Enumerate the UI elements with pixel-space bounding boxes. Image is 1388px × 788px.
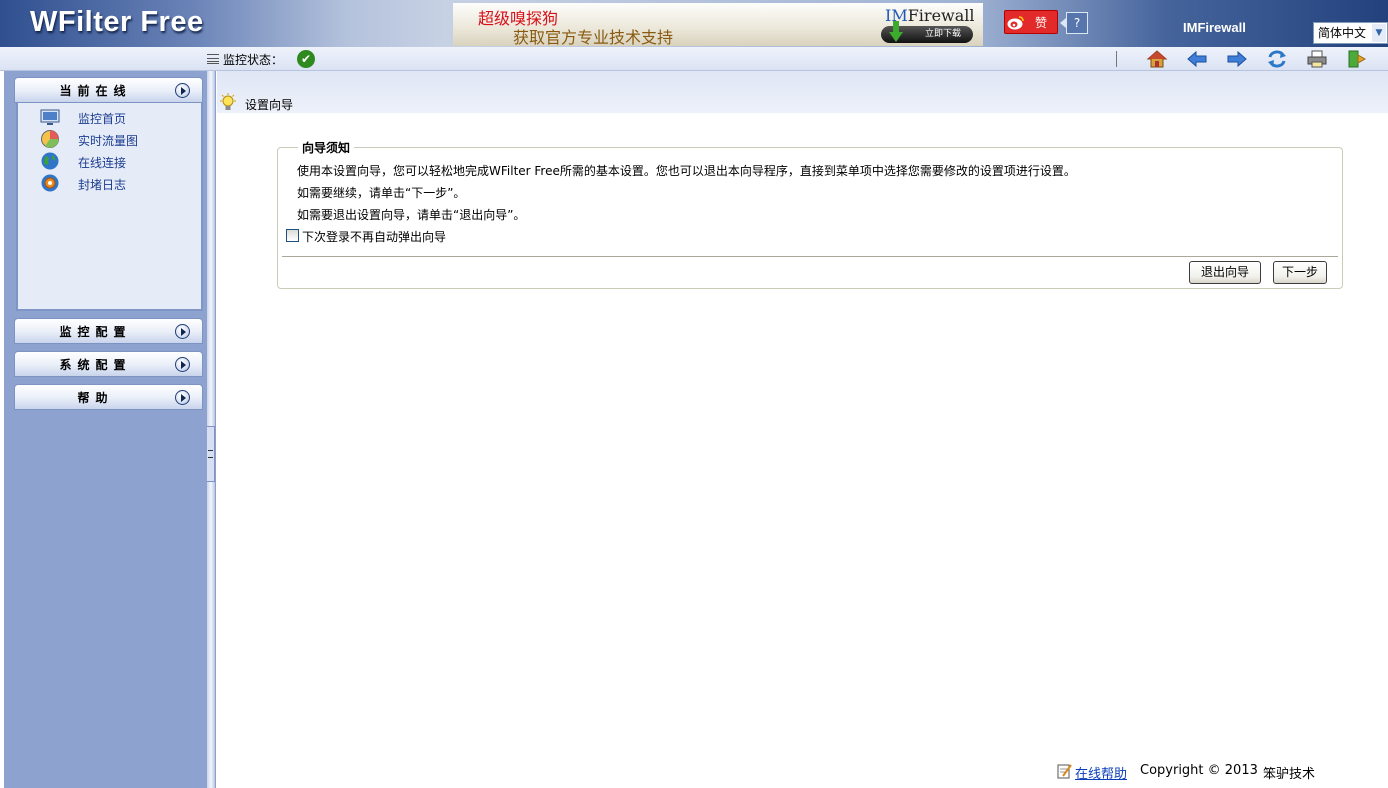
wizard-continue-text: 如需要继续，请单击“下一步”。 bbox=[297, 184, 465, 201]
expand-arrow-icon[interactable] bbox=[175, 83, 190, 98]
wizard-legend: 向导须知 bbox=[298, 139, 354, 156]
wizard-intro-text: 使用本设置向导，您可以轻松地完成WFilter Free所需的基本设置。您也可以… bbox=[297, 162, 1076, 179]
language-selected: 简体中文 bbox=[1318, 26, 1366, 40]
sidebar-item-monitor-home[interactable]: 监控首页 bbox=[40, 107, 190, 127]
print-icon[interactable] bbox=[1306, 49, 1328, 69]
sidebar-item-block-log[interactable]: 封堵日志 bbox=[40, 173, 190, 193]
sidebar-item-label: 封堵日志 bbox=[78, 176, 126, 193]
wizard-exit-text: 如需要退出设置向导，请单击“退出向导”。 bbox=[297, 206, 525, 223]
wizard-divider bbox=[282, 256, 1338, 258]
monitor-icon bbox=[40, 107, 60, 127]
app-brand: WFilter Free bbox=[30, 6, 204, 39]
no-auto-popup-label[interactable]: 下次登录不再自动弹出向导 bbox=[302, 228, 446, 245]
exit-wizard-button[interactable]: 退出向导 bbox=[1189, 261, 1261, 284]
sidebar: 当前在线 监控首页 实时流量图 在线连接 封堵日志 监控配置 系统配置 帮助 bbox=[4, 71, 207, 788]
lightbulb-icon bbox=[219, 93, 237, 113]
sidebar-item-label: 监控首页 bbox=[78, 110, 126, 127]
sidebar-item-online-connections[interactable]: 在线连接 bbox=[40, 151, 190, 171]
status-ok-icon: ✔ bbox=[297, 50, 315, 68]
panel-head-current-online[interactable]: 当前在线 bbox=[14, 77, 203, 103]
panel-title: 帮助 bbox=[15, 389, 176, 406]
grip-lines-icon bbox=[208, 450, 213, 458]
sidebar-item-label: 实时流量图 bbox=[78, 132, 138, 149]
ad-product-suffix: Firewall bbox=[908, 6, 975, 25]
back-icon[interactable] bbox=[1186, 49, 1208, 69]
download-arrow-icon bbox=[889, 21, 903, 43]
home-icon[interactable] bbox=[1146, 49, 1168, 69]
expand-arrow-icon[interactable] bbox=[175, 390, 190, 405]
top-banner: WFilter Free 超级嗅探狗 获取官方专业技术支持 IMFirewall… bbox=[0, 0, 1388, 47]
status-toolbar: 监控状态： ✔ bbox=[0, 47, 1388, 71]
sidebar-item-label: 在线连接 bbox=[78, 154, 126, 171]
panel-title: 系统配置 bbox=[15, 356, 176, 373]
panel-body-current-online: 监控首页 实时流量图 在线连接 封堵日志 bbox=[16, 103, 203, 311]
like-label: 赞 bbox=[1035, 14, 1047, 31]
block-log-icon bbox=[40, 173, 60, 193]
sidebar-splitter[interactable] bbox=[207, 71, 216, 788]
panel-title: 当前在线 bbox=[15, 82, 176, 99]
panel-head-help[interactable]: 帮助 bbox=[14, 384, 203, 410]
ad-banner[interactable]: 超级嗅探狗 获取官方专业技术支持 IMFirewall 立即下载 bbox=[453, 3, 983, 46]
weibo-icon bbox=[1007, 15, 1025, 30]
copyright-text: Copyright © 2013 bbox=[1140, 763, 1258, 778]
logout-icon[interactable] bbox=[1346, 49, 1368, 69]
monitor-status-label: 监控状态： bbox=[223, 51, 283, 68]
expand-arrow-icon[interactable] bbox=[175, 357, 190, 372]
splitter-grip[interactable] bbox=[207, 426, 215, 482]
globe-icon bbox=[40, 151, 60, 171]
expand-arrow-icon[interactable] bbox=[175, 324, 190, 339]
chevron-down-icon[interactable]: ▼ bbox=[1372, 24, 1386, 42]
next-step-button[interactable]: 下一步 bbox=[1273, 261, 1327, 284]
company-name: 笨驴技术 bbox=[1263, 763, 1315, 782]
ad-subtitle: 获取官方专业技术支持 bbox=[513, 24, 673, 48]
page-header bbox=[217, 71, 1388, 113]
menu-lines-icon bbox=[207, 54, 219, 64]
weibo-like-button[interactable]: 赞 bbox=[1004, 10, 1058, 34]
refresh-icon[interactable] bbox=[1266, 49, 1288, 69]
help-badge[interactable]: ? bbox=[1066, 12, 1088, 34]
panel-head-monitor-config[interactable]: 监控配置 bbox=[14, 318, 203, 344]
product-label: IMFirewall bbox=[1183, 20, 1246, 35]
toolbar-divider bbox=[1116, 51, 1117, 67]
panel-title: 监控配置 bbox=[15, 323, 176, 340]
forward-icon[interactable] bbox=[1226, 49, 1248, 69]
panel-head-system-config[interactable]: 系统配置 bbox=[14, 351, 203, 377]
pie-chart-icon bbox=[40, 129, 60, 149]
language-select[interactable]: 简体中文 ▼ bbox=[1313, 22, 1388, 44]
sidebar-item-realtime-traffic[interactable]: 实时流量图 bbox=[40, 129, 190, 149]
page-title: 设置向导 bbox=[245, 96, 293, 113]
no-auto-popup-checkbox[interactable] bbox=[286, 229, 299, 242]
edit-note-icon bbox=[1057, 763, 1072, 779]
online-help-link[interactable]: 在线帮助 bbox=[1075, 763, 1127, 782]
